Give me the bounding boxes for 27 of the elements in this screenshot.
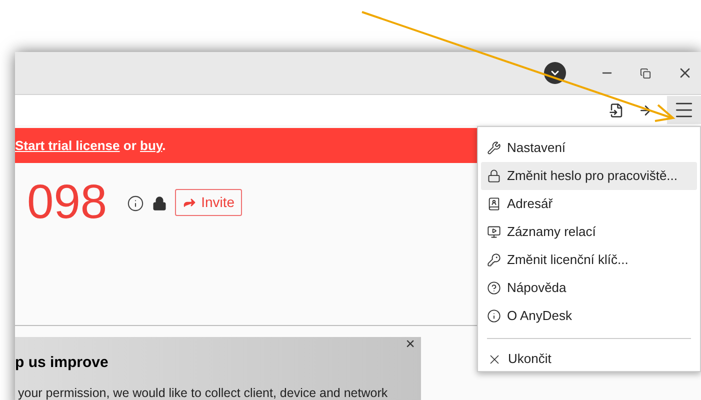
menu-button[interactable] xyxy=(667,96,701,124)
wrench-icon xyxy=(487,141,501,155)
info-icon[interactable] xyxy=(127,195,144,212)
address-id: 098 xyxy=(27,175,108,231)
menu-item[interactable]: Adresář xyxy=(481,190,697,218)
help-icon xyxy=(487,281,501,295)
banner-text: Start trial license or buy. xyxy=(15,136,166,155)
file-transfer-icon[interactable] xyxy=(609,102,624,118)
user-avatar-icon[interactable] xyxy=(544,62,566,84)
restore-icon[interactable] xyxy=(640,68,651,78)
menu-item[interactable]: Změnit licenční klíč... xyxy=(481,246,697,274)
lock-icon[interactable] xyxy=(152,196,168,211)
menu-item[interactable]: O AnyDesk xyxy=(481,302,697,330)
feedback-title: p us improve xyxy=(15,354,108,371)
menu-item[interactable]: Nastavení xyxy=(481,134,697,162)
feedback-close-button[interactable]: × xyxy=(406,337,415,353)
menu-item[interactable]: Změnit heslo pro pracoviště... xyxy=(481,162,697,190)
feedback-text: your permission, we would like to collect client, device and network xyxy=(17,385,389,400)
menu-item[interactable]: Ukončit xyxy=(481,347,697,371)
monitor-play-icon xyxy=(487,225,501,239)
menu-item[interactable]: Záznamy relací xyxy=(481,218,697,246)
lock-icon xyxy=(487,169,501,183)
key-icon xyxy=(487,253,501,267)
menu-item[interactable]: Nápověda xyxy=(481,274,697,302)
info-icon xyxy=(487,309,501,323)
address-book-icon xyxy=(487,197,501,211)
invite-button[interactable]: Invite xyxy=(175,189,242,216)
